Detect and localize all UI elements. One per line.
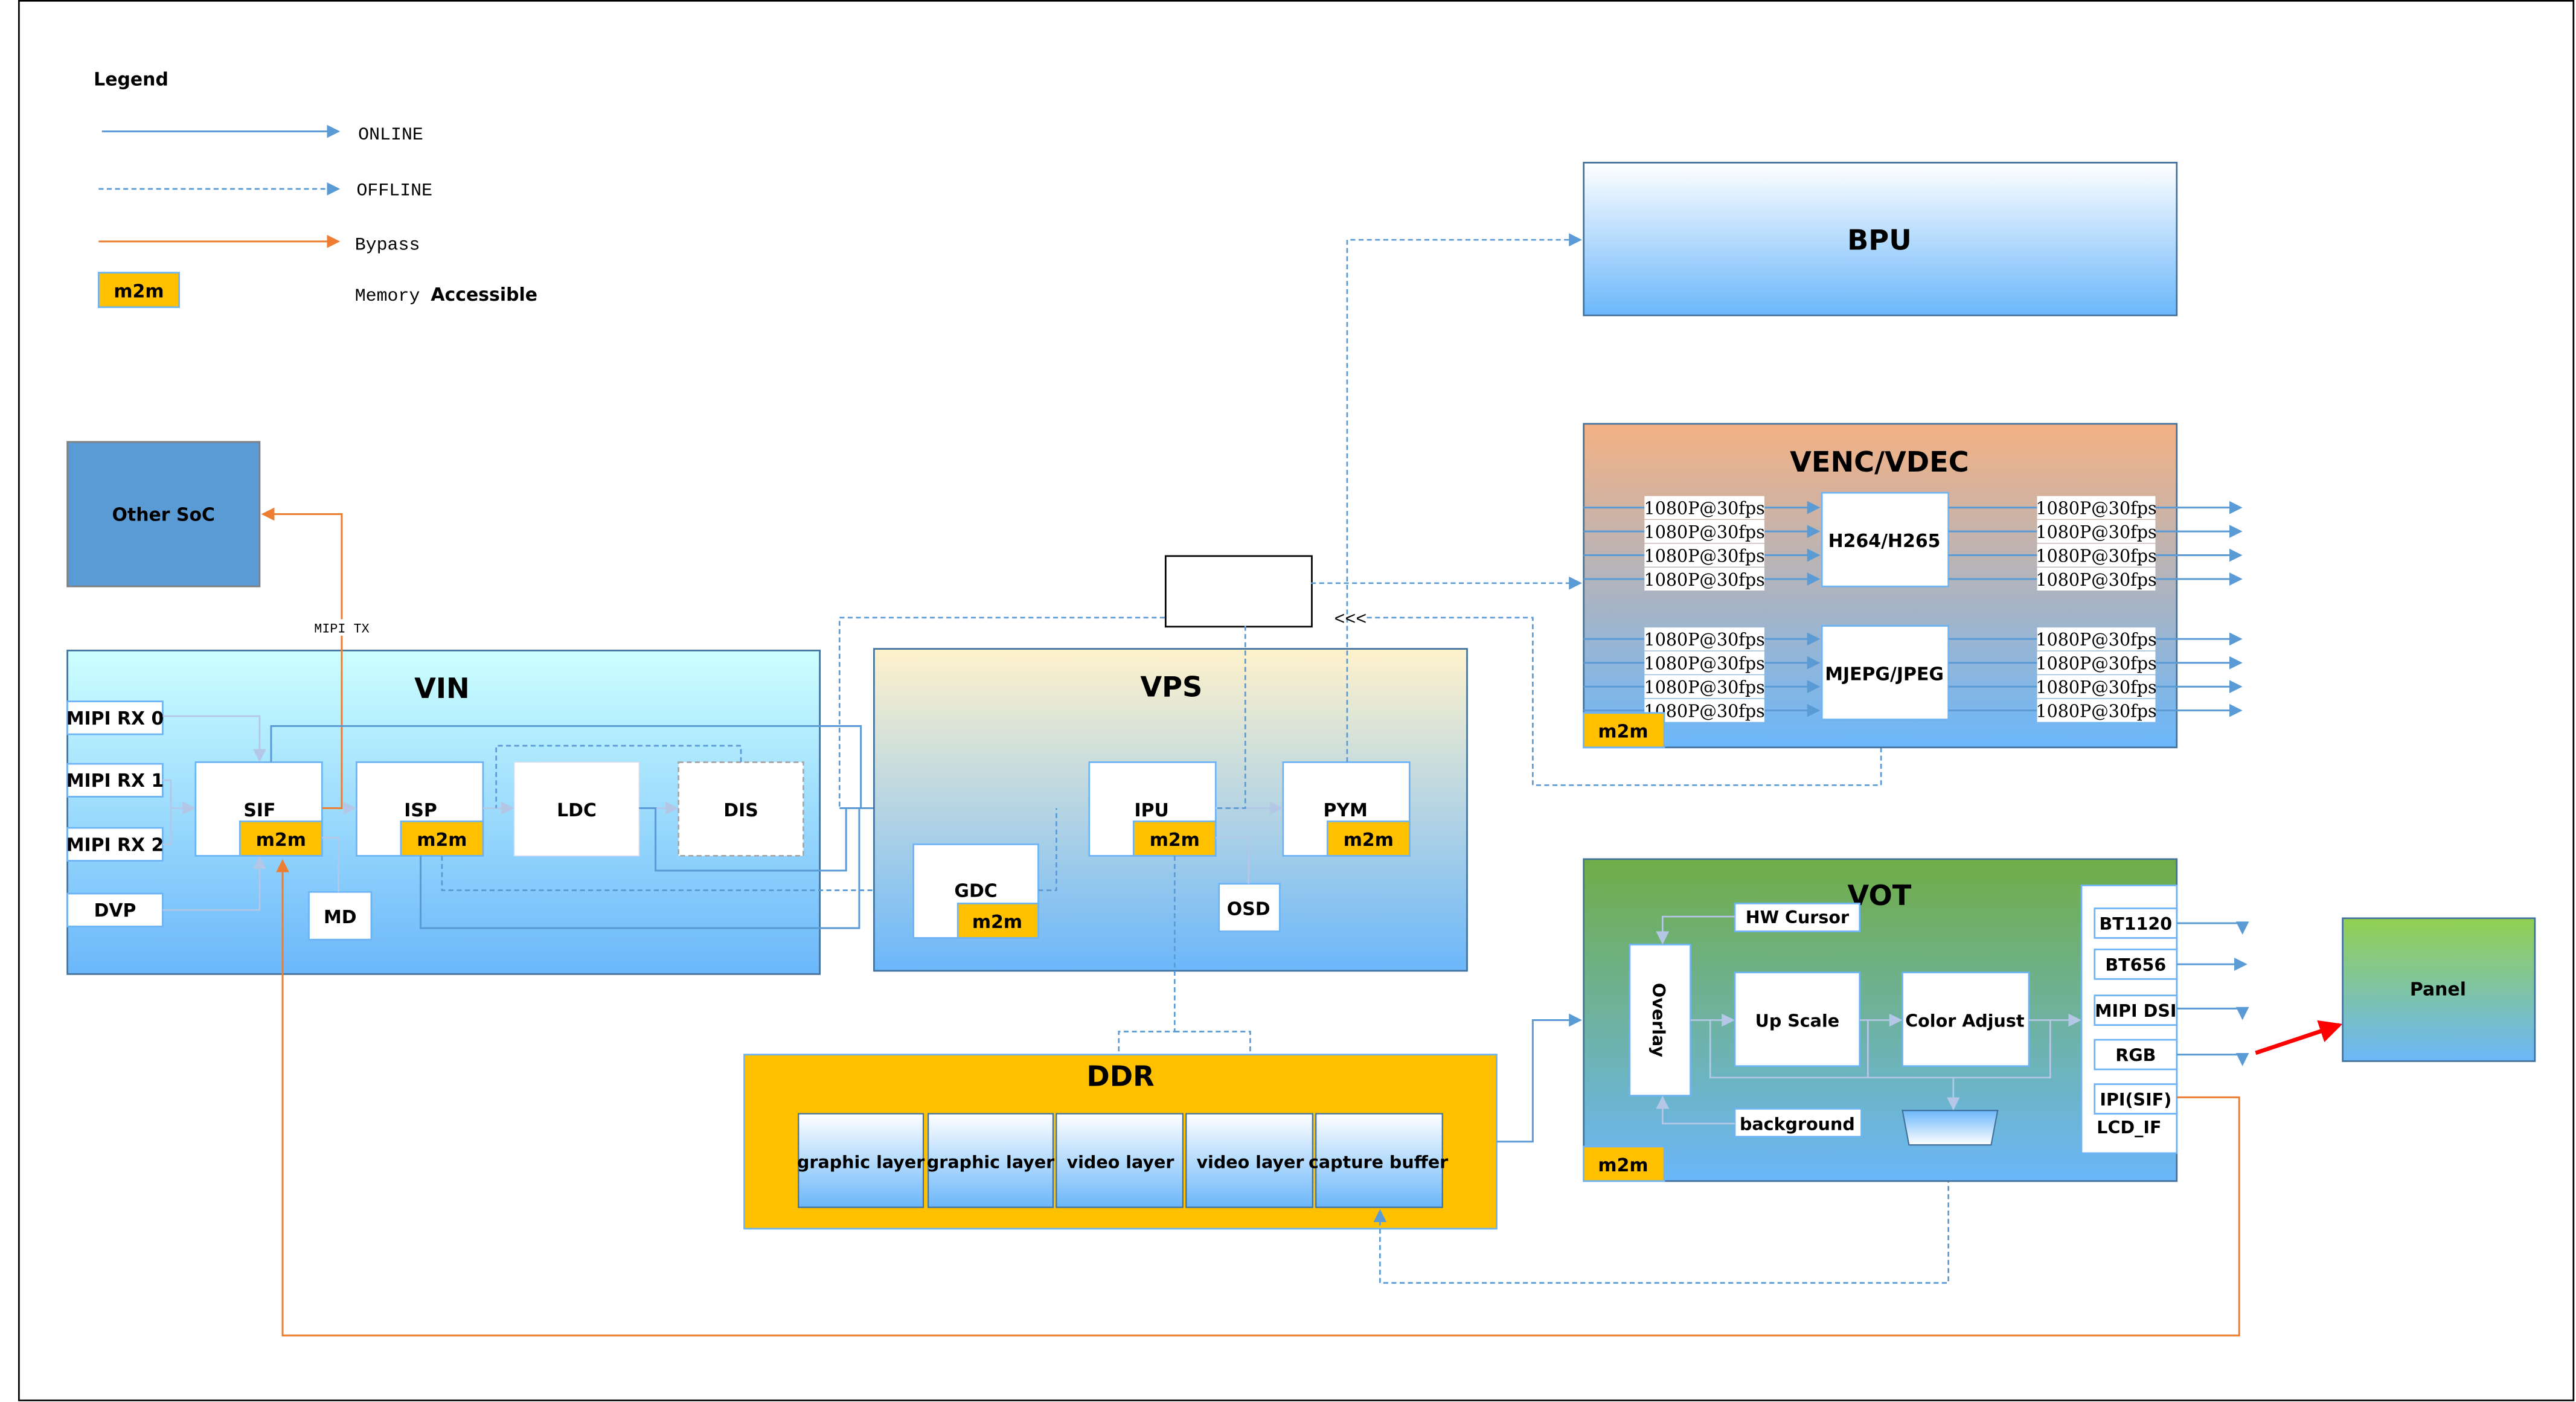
hw-cursor-label: HW Cursor — [1746, 907, 1849, 927]
legend-offline-label: OFFLINE — [356, 181, 432, 201]
bpu-title: BPU — [1847, 224, 1912, 257]
mipi-tx-label: MIPI TX — [314, 621, 369, 636]
venc-output-stream-label: 1080P@30fps — [2036, 498, 2156, 519]
vot-m2m-label: m2m — [1598, 1155, 1648, 1176]
feedback-marker: <<< — [1334, 609, 1366, 630]
vin-input-label: DVP — [94, 900, 136, 921]
legend-bypass-label: Bypass — [355, 235, 420, 255]
interface-label: RGB — [2115, 1045, 2156, 1065]
ddr-buffer-label: video layer — [1067, 1151, 1174, 1172]
venc-input-stream-label: 1080P@30fps — [1644, 522, 1765, 542]
panel-label: Panel — [2410, 979, 2466, 1000]
venc-output-stream-label: 1080P@30fps — [2036, 545, 2156, 566]
md-label: MD — [324, 907, 357, 928]
interface-label: MIPI DSI — [2095, 1000, 2176, 1021]
ddr-title: DDR — [1086, 1060, 1154, 1092]
isp-m2m-label: m2m — [417, 830, 467, 851]
ddr-buffer-label: graphic layer — [797, 1151, 924, 1172]
pym-m2m-label: m2m — [1344, 830, 1394, 851]
venc-title: VENC/VDEC — [1790, 446, 1969, 478]
venc-input-stream-label: 1080P@30fps — [1644, 653, 1765, 674]
ddr-block: DDR graphic layer graphic layer video la… — [743, 1054, 1498, 1230]
venc-output-stream-label: 1080P@30fps — [2036, 653, 2156, 674]
gdc-label: GDC — [954, 880, 997, 901]
ipu-m2m-label: m2m — [1150, 830, 1200, 851]
mjpeg-jpeg-label: MJEPG/JPEG — [1825, 664, 1944, 685]
dis-label: DIS — [723, 800, 758, 821]
routing-hub-box[interactable] — [1164, 555, 1313, 628]
ldc-label: LDC — [557, 800, 597, 821]
legend-title: Legend — [94, 69, 168, 90]
other-soc-label: Other SoC — [112, 504, 216, 525]
interface-label: IPI(SIF) — [2100, 1089, 2171, 1110]
venc-input-stream-label: 1080P@30fps — [1644, 677, 1765, 697]
gdc-m2m-label: m2m — [972, 912, 1022, 933]
pym-label: PYM — [1324, 800, 1368, 821]
legend-memory-label: Memory Accessible — [355, 284, 537, 306]
venc-input-stream-label: 1080P@30fps — [1644, 545, 1765, 566]
vin-title: VIN — [414, 672, 470, 705]
legend-online-label: ONLINE — [358, 124, 423, 145]
h264-h265-label: H264/H265 — [1828, 531, 1941, 552]
legend-m2m-text: m2m — [114, 281, 164, 302]
mux-trapezoid-icon — [1902, 1110, 1999, 1146]
sif-label: SIF — [243, 800, 275, 821]
venc-output-stream-label: 1080P@30fps — [2036, 629, 2156, 650]
venc-output-stream-label: 1080P@30fps — [2036, 522, 2156, 542]
isp-label: ISP — [404, 800, 437, 821]
interface-label: BT656 — [2105, 955, 2166, 975]
vps-block: VPS IPU m2m PYM m2m GDC m2m OSD — [873, 648, 1468, 972]
vps-title: VPS — [1140, 671, 1202, 703]
lcd-if-label: LCD_IF — [2097, 1117, 2161, 1138]
ddr-buffer-label: video layer — [1196, 1151, 1304, 1172]
venc-input-stream-label: 1080P@30fps — [1644, 629, 1765, 650]
ddr-buffer-label: capture buffer — [1309, 1151, 1448, 1172]
venc-output-stream-label: 1080P@30fps — [2036, 677, 2156, 697]
vot-block: VOT HW Cursor Overlay Up Scale Color Adj… — [1583, 858, 2178, 1182]
vin-block: VIN MIPI RX 0 MIPI RX 1 MIPI RX 2 DVP SI… — [66, 649, 821, 975]
venc-block: VENC/VDEC H264/H265 MJEPG/JPEG 1080P@30f… — [1583, 423, 2243, 749]
venc-input-stream-label: 1080P@30fps — [1644, 569, 1765, 590]
ddr-buffer-label: graphic layer — [927, 1151, 1054, 1172]
venc-input-stream-label: 1080P@30fps — [1644, 498, 1765, 519]
sif-m2m-label: m2m — [256, 830, 306, 851]
venc-m2m-label: m2m — [1598, 722, 1648, 743]
overlay-label: Overlay — [1648, 983, 1669, 1057]
venc-output-stream-label: 1080P@30fps — [2036, 569, 2156, 590]
color-adjust-label: Color Adjust — [1905, 1010, 2024, 1031]
background-label: background — [1740, 1114, 1855, 1135]
vin-input-label: MIPI RX 0 — [66, 708, 164, 729]
vin-input-label: MIPI RX 2 — [66, 834, 164, 856]
up-scale-label: Up Scale — [1755, 1010, 1839, 1031]
venc-output-stream-label: 1080P@30fps — [2036, 701, 2156, 722]
soc-block-diagram: Legend ONLINE OFFLINE Bypass m2m Memory … — [18, 0, 2575, 1401]
vin-input-label: MIPI RX 1 — [66, 770, 164, 792]
osd-label: OSD — [1227, 898, 1270, 920]
ipu-label: IPU — [1135, 800, 1169, 821]
interface-label: BT1120 — [2099, 914, 2172, 934]
